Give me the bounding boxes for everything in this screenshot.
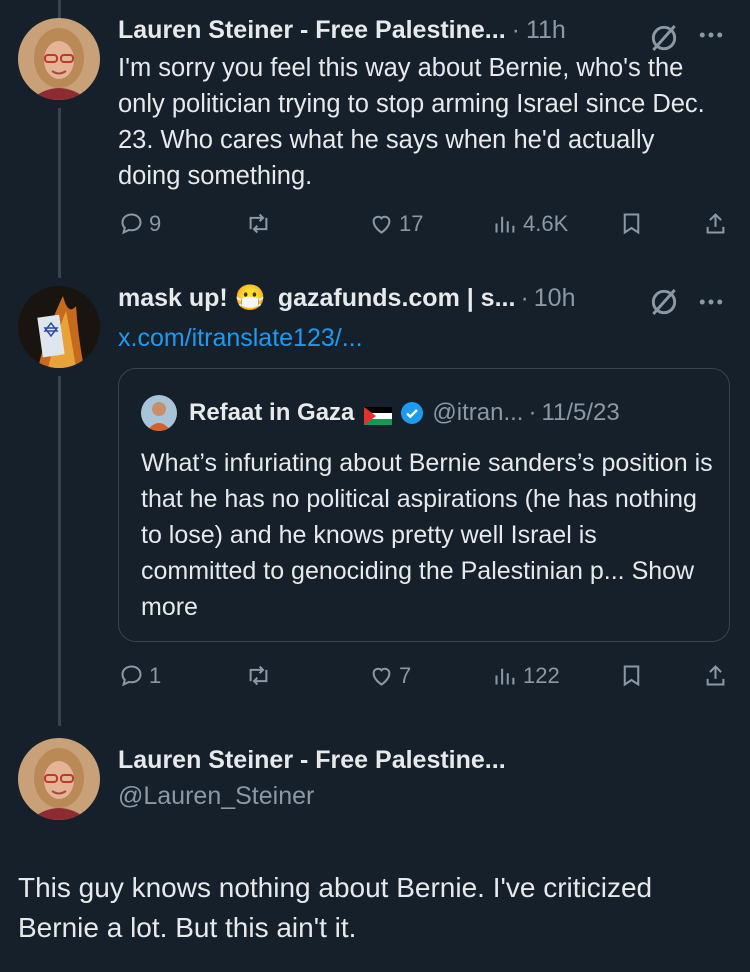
repost-icon — [249, 213, 268, 234]
quote-author-name[interactable]: Refaat in Gaza — [189, 399, 354, 427]
reply-button[interactable]: 9 — [118, 210, 161, 237]
like-icon — [372, 215, 391, 234]
like-icon — [372, 667, 391, 686]
quoted-tweet[interactable]: Refaat in Gaza @itran... · 11/5/23 What’… — [118, 368, 730, 642]
views-count: 4.6K — [523, 210, 569, 236]
reply1-header: Lauren Steiner - Free Palestine... · 11h — [118, 16, 566, 45]
palestine-flag — [364, 404, 393, 425]
quote-body: What’s infuriating about Bernie sanders’… — [141, 449, 713, 585]
views-icon — [495, 668, 515, 685]
main-author-name-row: Lauren Steiner - Free Palestine... — [118, 746, 506, 775]
bookmark-button[interactable] — [618, 662, 649, 689]
reply-count: 9 — [149, 210, 162, 236]
author-name-extra[interactable]: gazafunds.com | s... — [278, 284, 516, 313]
quote-handle[interactable]: @itran... — [432, 399, 523, 427]
author-name[interactable]: Lauren Steiner - Free Palestine... — [118, 746, 506, 775]
separator: · — [528, 399, 537, 426]
reply1-text: I'm sorry you feel this way about Bernie… — [118, 54, 705, 190]
repost-button[interactable] — [245, 662, 276, 689]
verified-icon — [400, 401, 424, 425]
author-name[interactable]: mask up! 😷 — [118, 284, 266, 313]
share-button[interactable] — [702, 662, 733, 689]
views-icon — [495, 216, 515, 233]
reply-button[interactable]: 1 — [118, 662, 161, 689]
thread-line-1 — [58, 108, 61, 278]
thread-line-2 — [58, 376, 61, 726]
main-post-text: This guy knows nothing about Bernie. I'v… — [18, 872, 653, 943]
separator: · — [520, 284, 529, 312]
reply2-header: mask up! 😷 gazafunds.com | s... · 10h — [118, 284, 575, 313]
reply2-actions: 1 7 122 — [118, 662, 730, 698]
views-count: 122 — [523, 662, 560, 688]
author-name[interactable]: Lauren Steiner - Free Palestine... — [118, 16, 506, 45]
main-handle-row: @Lauren_Steiner — [118, 782, 314, 811]
profile-link[interactable]: x.com/itranslate123/... — [118, 320, 718, 356]
timestamp[interactable]: 11h — [526, 16, 566, 45]
share-button[interactable] — [702, 210, 733, 237]
grok-icon[interactable] — [648, 286, 680, 323]
reply-count: 1 — [149, 662, 162, 688]
like-button[interactable]: 7 — [368, 662, 411, 689]
quote-avatar — [141, 395, 177, 431]
separator: · — [511, 16, 520, 44]
avatar-lauren-main[interactable] — [18, 738, 100, 820]
timestamp[interactable]: 10h — [534, 284, 576, 313]
views-button[interactable]: 122 — [492, 662, 560, 689]
bookmark-icon — [623, 665, 640, 687]
reply2-top-actions — [648, 286, 726, 323]
repost-button[interactable] — [245, 210, 276, 237]
author-handle[interactable]: @Lauren_Steiner — [118, 782, 314, 811]
quote-text: What’s infuriating about Bernie sanders’… — [141, 445, 716, 625]
reply-icon — [121, 213, 142, 235]
views-button[interactable]: 4.6K — [492, 210, 568, 237]
share-icon — [706, 665, 725, 686]
like-count: 17 — [399, 210, 424, 236]
more-icon[interactable] — [696, 287, 726, 322]
bookmark-button[interactable] — [618, 210, 649, 237]
repost-icon — [249, 665, 268, 686]
like-count: 7 — [399, 662, 412, 688]
reply1-actions: 9 17 4.6K — [118, 210, 730, 246]
grok-icon[interactable] — [648, 22, 680, 54]
avatar-maskup[interactable] — [18, 286, 100, 368]
bookmark-icon — [623, 213, 640, 235]
quote-header: Refaat in Gaza @itran... · 11/5/23 — [141, 395, 620, 431]
share-icon — [706, 213, 725, 234]
thread-line-top — [58, 0, 61, 18]
avatar-lauren[interactable] — [18, 18, 100, 100]
reply-icon — [121, 665, 142, 687]
like-button[interactable]: 17 — [368, 210, 423, 237]
quote-date: 11/5/23 — [541, 399, 620, 426]
